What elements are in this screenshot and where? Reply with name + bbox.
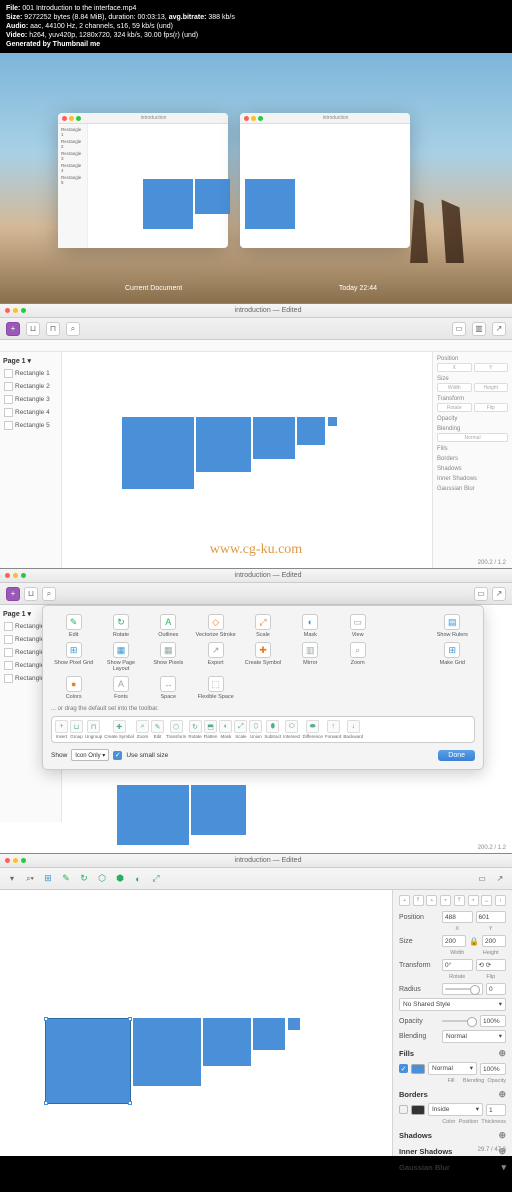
zoom-icon[interactable] [21, 308, 26, 313]
default-group[interactable]: ⊔ [70, 720, 83, 733]
coord-readout: 200.2 / 1.2 [478, 560, 506, 566]
minimize-icon[interactable] [13, 308, 18, 313]
mirror-button[interactable]: ▥ [472, 322, 486, 336]
pos-x-field[interactable]: 488 [442, 911, 473, 923]
align-left-icon[interactable]: ⫠ [399, 895, 410, 906]
canvas[interactable] [0, 890, 392, 1156]
align-buttons: ⫠⫯⫠ ⫟⫯⫟ ↔↕ [399, 895, 506, 906]
layer-row[interactable]: Rectangle 4 [3, 406, 58, 419]
layer-row[interactable]: Rectangle 2 [3, 380, 58, 393]
frame-expose-view: introduction Rectangle 1Rectangle 2Recta… [0, 53, 512, 303]
default-intersect[interactable]: ⬭ [285, 720, 298, 733]
default-union[interactable]: ⬯ [249, 720, 262, 733]
window-titlebar: introduction — Edited [0, 304, 512, 318]
toolbar-item-scale[interactable]: ⤢ [255, 614, 271, 630]
default-scale[interactable]: ⤢ [234, 720, 247, 733]
toolbar-item-fonts[interactable]: A [113, 676, 129, 692]
window-current[interactable]: introduction Rectangle 1Rectangle 2Recta… [58, 113, 228, 248]
default-flatten[interactable]: ⬒ [204, 720, 217, 733]
blending-select[interactable]: Normal▾ [442, 1030, 506, 1043]
default-subtract[interactable]: ⬮ [266, 720, 279, 733]
toolbar-item-view[interactable]: ▭ [350, 614, 366, 630]
mini-layer-list: Rectangle 1Rectangle 2Rectangle 3Rectang… [58, 124, 88, 248]
view-button[interactable]: ▭ [452, 322, 466, 336]
inspector-panel: ⫠⫯⫠ ⫟⫯⫟ ↔↕ Position488601 XY Size200🔒200… [392, 890, 512, 1156]
rotate-field[interactable]: 0° [442, 959, 473, 971]
export-button[interactable]: ↗ [492, 322, 506, 336]
toolbar-item-edit[interactable]: ✎ [66, 614, 82, 630]
default-rotate[interactable]: ↻ [189, 720, 202, 733]
default-toolbar-set[interactable]: +Insert⊔Group⊓Ungroup✚Create Symbol⌕Zoom… [51, 716, 475, 743]
canvas[interactable] [62, 352, 432, 569]
toolbar-item-mask[interactable]: ◐ [302, 614, 318, 630]
shared-style-select[interactable]: No Shared Style▾ [399, 998, 506, 1011]
window-version[interactable]: introduction [240, 113, 410, 248]
opacity-field[interactable]: 100% [480, 1015, 506, 1027]
layer-row[interactable]: Rectangle 1 [3, 367, 58, 380]
main-toolbar: + ⊔ ⊓ ⌕ ▭ ▥ ↗ [0, 318, 512, 340]
layers-panel: Page 1 ▾ Rectangle 1 Rectangle 2 Rectang… [0, 352, 62, 569]
rotate-icon[interactable]: ↻ [78, 872, 90, 886]
width-field[interactable]: 200 [442, 935, 466, 947]
frame-editor: introduction — Edited + ⊔ ⊓ ⌕ ▭ ▥ ↗ Page… [0, 303, 512, 568]
toolbar-item-show-page-layout[interactable]: ▦ [113, 642, 129, 658]
height-field[interactable]: 200 [482, 935, 506, 947]
ungroup-button[interactable]: ⊓ [46, 322, 60, 336]
toolbar-item-outlines[interactable]: A [160, 614, 176, 630]
toolbar-item-show-rulers[interactable]: ▤ [444, 614, 460, 630]
default-backward[interactable]: ↓ [347, 720, 360, 733]
flip-buttons[interactable]: ⟲ ⟳ [476, 959, 507, 971]
default-edit[interactable]: ✎ [151, 720, 164, 733]
toolbar-item-create-symbol[interactable]: ✚ [255, 642, 271, 658]
default-create-symbol[interactable]: ✚ [113, 720, 126, 733]
fill-color-swatch[interactable] [411, 1064, 425, 1074]
default-ungroup[interactable]: ⊓ [87, 720, 100, 733]
group-button[interactable]: ⊔ [26, 322, 40, 336]
ruler [0, 340, 512, 352]
page-dropdown[interactable]: Page 1 ▾ [3, 355, 58, 367]
customize-toolbar-sheet: ✎Edit↻RotateAOutlines◇Vectorize Stroke⤢S… [42, 605, 484, 770]
toolbar-item-make-grid[interactable]: ⊞ [444, 642, 460, 658]
default-difference[interactable]: ⬬ [306, 720, 319, 733]
show-mode-select[interactable]: Icon Only ▾ [71, 749, 109, 761]
use-small-size-checkbox[interactable]: ✓ [113, 751, 122, 760]
done-button[interactable]: Done [438, 750, 475, 761]
default-insert[interactable]: + [55, 720, 68, 733]
insert-button[interactable]: + [6, 587, 20, 601]
pos-y-field[interactable]: 601 [476, 911, 507, 923]
add-border-button[interactable]: ⊕ [498, 1089, 506, 1100]
toolbar-item-show-pixel-grid[interactable]: ⊞ [66, 642, 82, 658]
border-color-swatch[interactable] [411, 1105, 425, 1115]
edit-icon[interactable]: ✎ [60, 872, 72, 886]
insert-button[interactable]: + [6, 322, 20, 336]
radius-field[interactable]: 0 [486, 983, 506, 995]
toolbar-item-space[interactable]: ↔ [160, 676, 176, 692]
selected-rect[interactable] [45, 1018, 131, 1104]
toolbar-item-show-pixels[interactable]: ▦ [160, 642, 176, 658]
toolbar-item-flexible-space[interactable]: ⬚ [208, 676, 224, 692]
close-icon[interactable] [5, 308, 10, 313]
add-fill-button[interactable]: ⊕ [498, 1048, 506, 1059]
toolbar-item-rotate[interactable]: ↻ [113, 614, 129, 630]
toolbar-item-export[interactable]: ↗ [208, 642, 224, 658]
default-forward[interactable]: ↑ [327, 720, 340, 733]
fill-enable-checkbox[interactable]: ✓ [399, 1064, 408, 1073]
inspector-panel: PositionXY SizeWidthHeight TransformRota… [432, 352, 512, 569]
file-metadata: File: 001 Introduction to the interface.… [0, 0, 512, 53]
zoom-button[interactable]: ⌕ [66, 322, 80, 336]
toolbar-item-zoom[interactable]: ⌕ [350, 642, 366, 658]
layer-row[interactable]: Rectangle 5 [3, 419, 58, 432]
default-mask[interactable]: ◐ [219, 720, 232, 733]
toolbar-item-mirror[interactable]: ▥ [302, 642, 318, 658]
border-enable-checkbox[interactable] [399, 1105, 408, 1114]
default-transform[interactable]: ⬡ [170, 720, 183, 733]
frame-inspector-detail: introduction — Edited ▾ ⌕▾ ⊞ ✎ ↻ ⬡ ⬢ ◐ ⤢… [0, 853, 512, 1155]
layer-row[interactable]: Rectangle 3 [3, 393, 58, 406]
default-zoom[interactable]: ⌕ [136, 720, 149, 733]
toolbar-item-colors[interactable]: ● [66, 676, 82, 692]
frame-customize-toolbar: introduction — Edited + ⊔⌕ ▭↗ Page 1 ▾ R… [0, 568, 512, 853]
lock-icon[interactable]: 🔒 [469, 937, 479, 946]
toolbar-item-vectorize-stroke[interactable]: ◇ [208, 614, 224, 630]
